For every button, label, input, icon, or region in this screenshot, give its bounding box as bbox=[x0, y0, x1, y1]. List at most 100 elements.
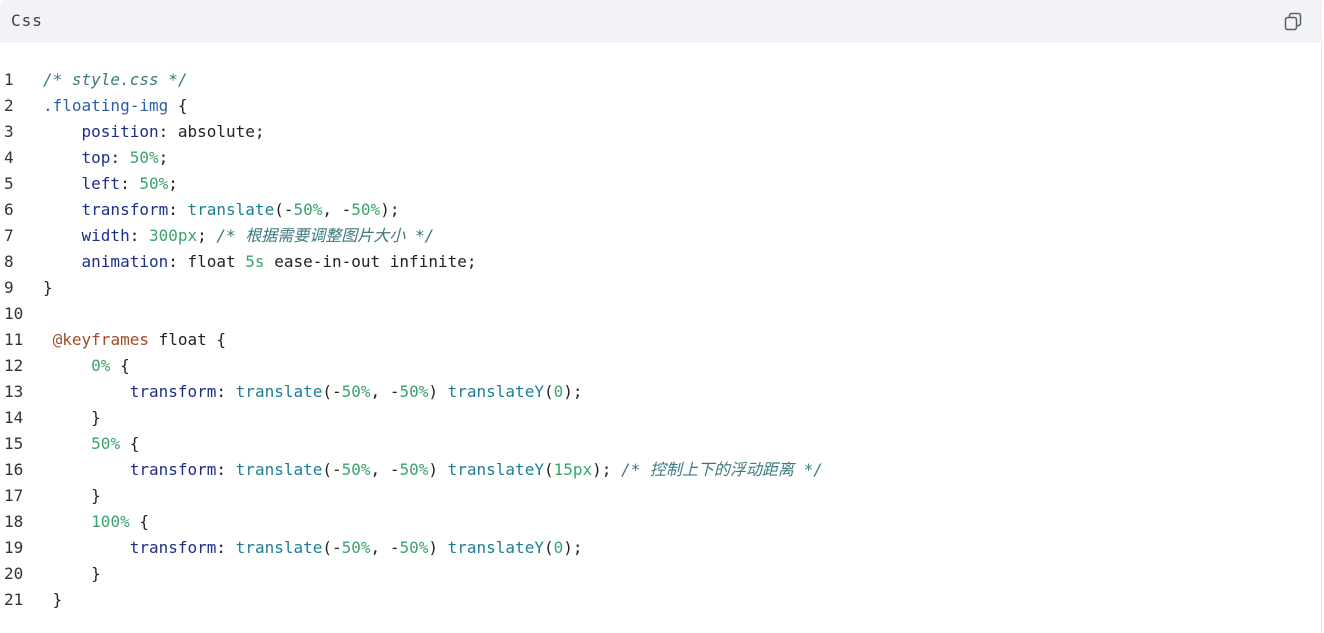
line-number: 3 bbox=[4, 122, 14, 141]
code-token: ); bbox=[592, 460, 622, 479]
line-code: transform: translate(-50%, -50%) transla… bbox=[43, 535, 583, 561]
code-token: translateY bbox=[447, 460, 544, 479]
code-token: : bbox=[216, 382, 236, 401]
code-token: } bbox=[43, 408, 101, 427]
code-token: translate bbox=[235, 460, 323, 479]
code-token: ) bbox=[428, 460, 448, 479]
code-block: Css 1 /* style.css */ 2 .floating-img {3 po… bbox=[0, 0, 1322, 633]
code-token: : bbox=[120, 174, 140, 193]
line-code: } bbox=[43, 483, 101, 509]
code-token: left bbox=[81, 174, 121, 193]
code-token: ( bbox=[543, 382, 554, 401]
code-token: ); bbox=[563, 382, 583, 401]
code-token: transform bbox=[129, 382, 217, 401]
line-number: 9 bbox=[4, 278, 14, 297]
code-token: 50% bbox=[341, 538, 371, 557]
code-token: ); bbox=[563, 538, 583, 557]
line-number: 14 bbox=[4, 408, 24, 427]
code-token: @keyframes bbox=[52, 330, 149, 349]
code-line: 8 animation: float 5s ease-in-out infini… bbox=[0, 249, 1300, 275]
code-token: : bbox=[216, 538, 236, 557]
line-number: 4 bbox=[4, 148, 14, 167]
code-token: , - bbox=[370, 382, 400, 401]
code-token: /* 控制上下的浮动距离 */ bbox=[621, 460, 823, 479]
code-token: 0% bbox=[91, 356, 111, 375]
line-number: 20 bbox=[4, 564, 24, 583]
code-line: 3 position: absolute; bbox=[0, 119, 1300, 145]
line-code: position: absolute; bbox=[43, 119, 265, 145]
code-line: 16 transform: translate(-50%, -50%) tran… bbox=[0, 457, 1300, 483]
code-token: translate bbox=[235, 382, 323, 401]
line-code: width: 300px; /* 根据需要调整图片大小 */ bbox=[43, 223, 435, 249]
code-token: 50% bbox=[129, 148, 159, 167]
code-token: ); bbox=[380, 200, 400, 219]
code-token: 0 bbox=[553, 538, 564, 557]
code-token: } bbox=[43, 590, 63, 609]
code-token: } bbox=[43, 278, 53, 297]
code-line: 9} bbox=[0, 275, 1300, 301]
code-token: .floating-img bbox=[43, 96, 169, 115]
code-line: 7 width: 300px; /* 根据需要调整图片大小 */ bbox=[0, 223, 1300, 249]
code-token: { bbox=[129, 512, 149, 531]
code-token: animation bbox=[81, 252, 169, 271]
code-token: : bbox=[110, 148, 130, 167]
line-number: 11 bbox=[4, 330, 24, 349]
code-token: /* style.css */ bbox=[43, 70, 188, 89]
code-token: ; bbox=[158, 148, 169, 167]
line-code: } bbox=[43, 405, 101, 431]
code-token: , - bbox=[370, 460, 400, 479]
code-token: , - bbox=[370, 538, 400, 557]
code-token: } bbox=[43, 486, 101, 505]
line-number: 2 bbox=[4, 96, 14, 115]
line-number: 21 bbox=[4, 590, 24, 609]
code-token: { bbox=[120, 434, 140, 453]
line-code: 50% { bbox=[43, 431, 139, 457]
line-number: 13 bbox=[4, 382, 24, 401]
code-line: 6 transform: translate(-50%, -50%); bbox=[0, 197, 1300, 223]
line-code: transform: translate(-50%, -50%); bbox=[43, 197, 400, 223]
code-line: 11 @keyframes float { bbox=[0, 327, 1300, 353]
code-token: translate bbox=[187, 200, 275, 219]
code-line: 10 bbox=[0, 301, 1300, 327]
code-line: 12 0% { bbox=[0, 353, 1300, 379]
code-header: Css bbox=[0, 0, 1322, 43]
code-token: : bbox=[168, 200, 188, 219]
code-token: ; bbox=[197, 226, 217, 245]
line-number: 12 bbox=[4, 356, 24, 375]
line-code: /* style.css */ bbox=[43, 67, 188, 93]
code-line: 14 } bbox=[0, 405, 1300, 431]
code-token: { bbox=[168, 96, 188, 115]
code-token: float { bbox=[148, 330, 227, 349]
line-number: 10 bbox=[4, 304, 24, 323]
line-number: 1 bbox=[4, 70, 14, 89]
code-token: transform bbox=[129, 538, 217, 557]
code-token: ( bbox=[543, 460, 554, 479]
copy-button[interactable] bbox=[1280, 9, 1306, 35]
line-number: 18 bbox=[4, 512, 24, 531]
code-line: 2 .floating-img { bbox=[0, 93, 1300, 119]
code-token: 100% bbox=[91, 512, 130, 531]
line-code: transform: translate(-50%, -50%) transla… bbox=[43, 457, 823, 483]
line-code: animation: float 5s ease-in-out infinite… bbox=[43, 249, 477, 275]
code-token: 5s bbox=[245, 252, 265, 271]
code-token: (- bbox=[274, 200, 294, 219]
code-line: 21 } bbox=[0, 587, 1300, 613]
line-code: 0% { bbox=[43, 353, 130, 379]
line-number: 5 bbox=[4, 174, 14, 193]
code-token: transform bbox=[129, 460, 217, 479]
code-token: 50% bbox=[399, 382, 429, 401]
code-line: 5 left: 50%; bbox=[0, 171, 1300, 197]
code-token: 0 bbox=[553, 382, 564, 401]
line-code: } bbox=[43, 275, 53, 301]
code-token: 50% bbox=[91, 434, 121, 453]
code-token: : float bbox=[168, 252, 246, 271]
